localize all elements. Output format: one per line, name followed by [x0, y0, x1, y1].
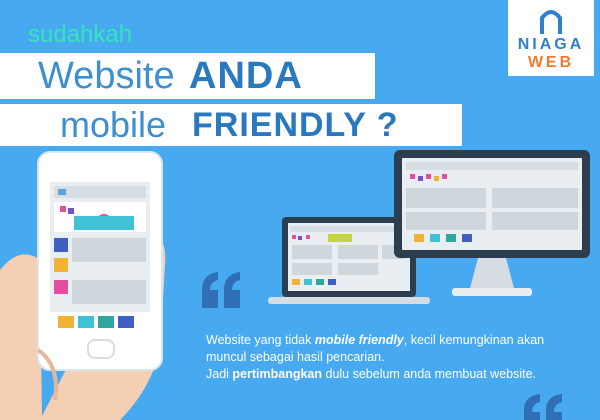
quote-mark-icon-bottom: [524, 394, 562, 420]
logo-top-text: NIAGA: [517, 36, 585, 53]
quote-mark-icon: [202, 272, 240, 308]
para-text-2: muncul sebagai hasil pencarian.: [206, 350, 385, 364]
desktop-monitor-illustration: [394, 150, 590, 296]
para-text-3c: dulu sebelum anda membuat website.: [322, 367, 537, 381]
headline-friendly: FRIENDLY ?: [192, 106, 399, 144]
para-text-3b: pertimbangkan: [232, 367, 323, 381]
para-text-3a: Jadi: [206, 367, 233, 381]
para-text-1c: , kecil kemungkinan akan: [403, 333, 545, 347]
niagaweb-logo: NIAGA WEB: [508, 0, 594, 76]
hand-phone-illustration: [0, 151, 166, 420]
headline-website: Website: [38, 55, 175, 97]
logo-arch-icon: [540, 10, 562, 34]
headline-anda: ANDA: [189, 55, 303, 97]
para-text-1a: Website yang tidak: [206, 333, 315, 347]
kicker-text: sudahkah: [28, 21, 133, 48]
description-paragraph: Website yang tidak mobile friendly, keci…: [206, 332, 596, 383]
headline-mobile: mobile: [60, 104, 167, 145]
para-text-1b: mobile friendly: [314, 333, 404, 347]
logo-bottom-text: WEB: [527, 54, 575, 71]
